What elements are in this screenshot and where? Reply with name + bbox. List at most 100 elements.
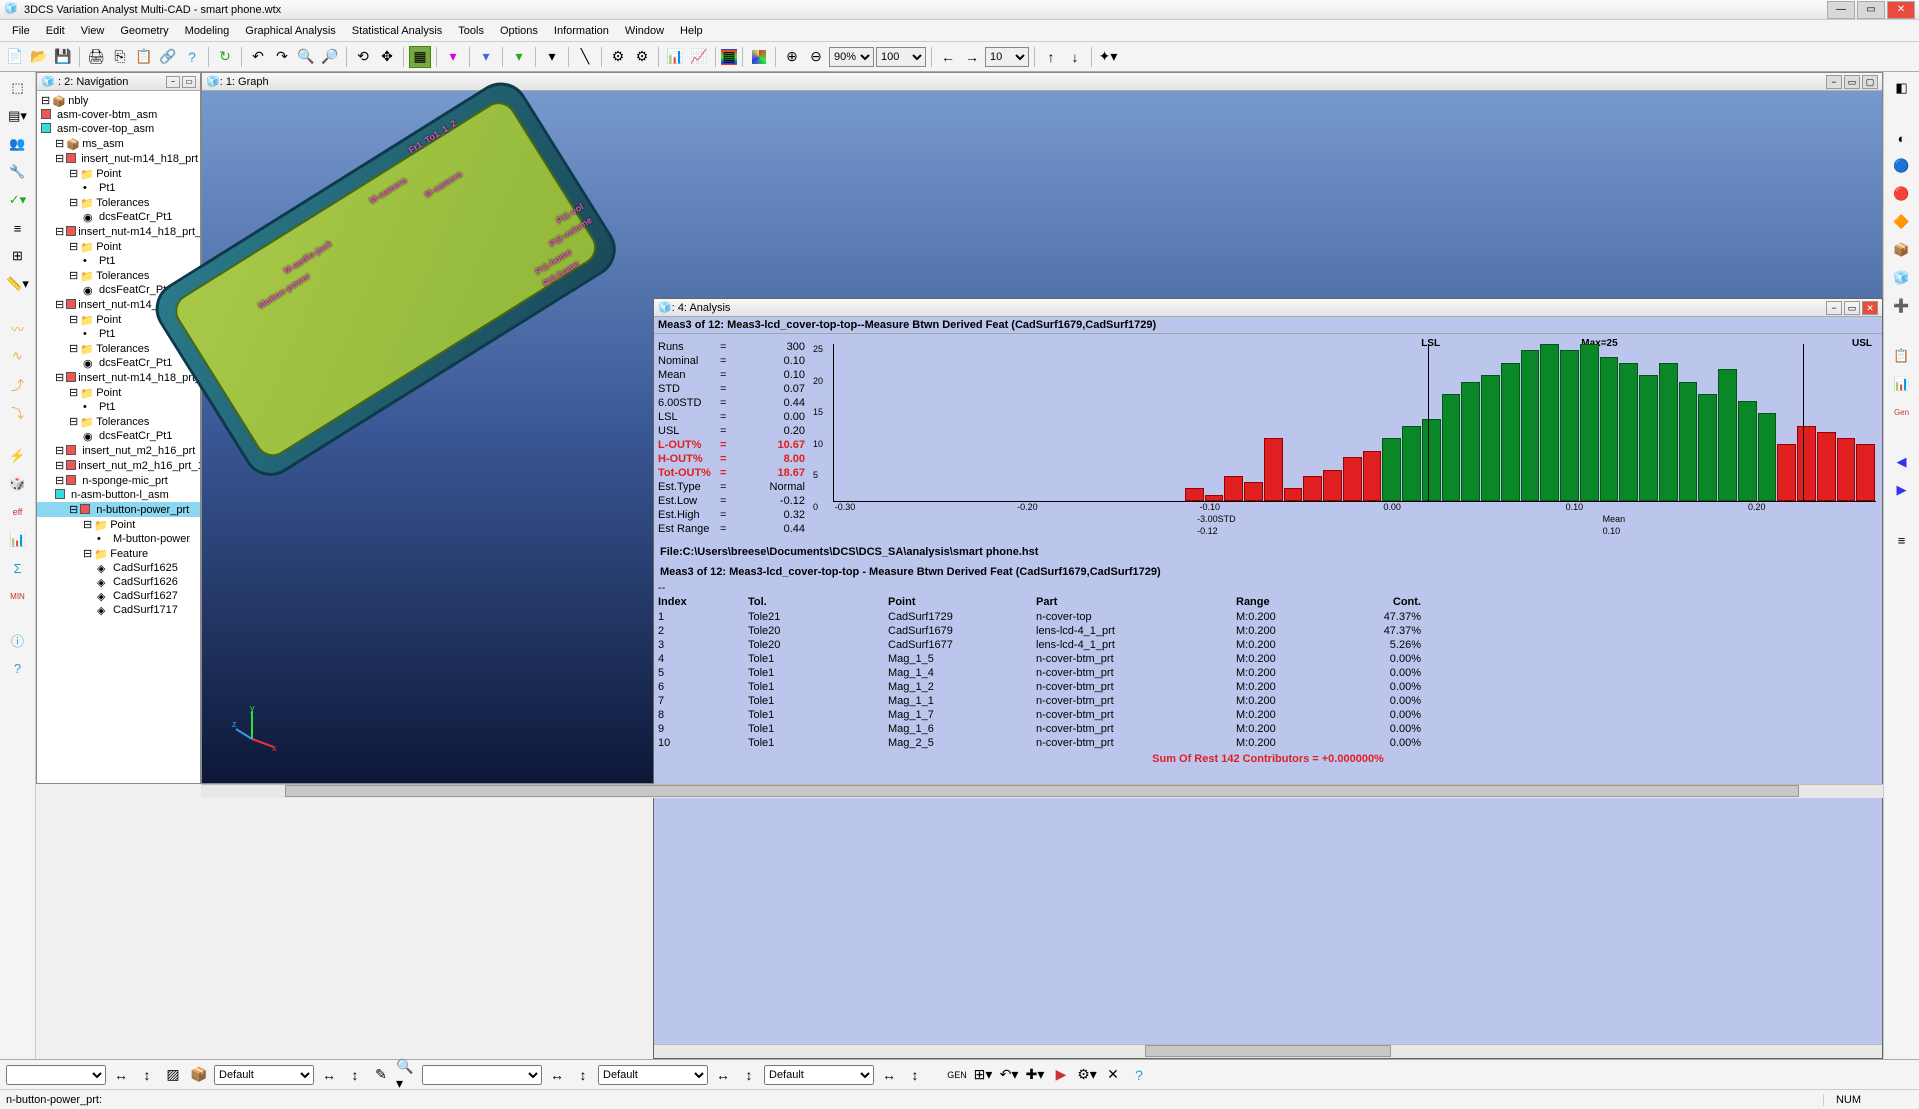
tree-node[interactable]: ⊟ 📁 Tolerances (37, 195, 200, 210)
zoom-in-icon[interactable]: 🔍 (295, 46, 317, 68)
analysis-scrollbar[interactable] (654, 1044, 1882, 1058)
bt-j-icon[interactable]: ✕ (1102, 1064, 1124, 1086)
bt-g-icon[interactable]: ✚▾ (1024, 1064, 1046, 1086)
bt-f-icon[interactable]: ↶▾ (998, 1064, 1020, 1086)
tree-node[interactable]: n-asm-button-l_asm (37, 488, 200, 502)
nav-max-button[interactable]: ▭ (182, 76, 196, 88)
ruler-icon[interactable]: 📏▾ (4, 272, 32, 296)
tree-node[interactable]: ⊟ insert_nut_m2_h16_prt_1 (37, 458, 200, 473)
table-row[interactable]: 3Tole20CadSurf1677lens-lcd-4_1_prtM:0.20… (654, 638, 1882, 652)
axis-icon[interactable]: ✦▾ (1097, 46, 1119, 68)
bt-sel3[interactable] (422, 1065, 542, 1085)
redo-icon[interactable]: ↷ (271, 46, 293, 68)
bt-a-icon[interactable]: ▨ (162, 1064, 184, 1086)
graph-header[interactable]: 🧊 : 1: Graph − ▭ ▢ (202, 73, 1882, 91)
tree-node[interactable]: ⊟ insert_nut-m14_h18_prt_3 (37, 370, 200, 385)
curve4-icon[interactable]: ⤵ (4, 400, 32, 424)
analysis-close-button[interactable]: ✕ (1862, 301, 1878, 315)
bt-up2-icon[interactable]: ↕ (344, 1064, 366, 1086)
add-icon[interactable]: ⊞ (4, 244, 32, 268)
wrench-icon[interactable]: 🔧 (4, 160, 32, 184)
gear1-icon[interactable]: ⚙ (607, 46, 629, 68)
table-row[interactable]: 6Tole1Mag_1_2n-cover-btm_prtM:0.2000.00% (654, 680, 1882, 694)
tree-node[interactable]: ◉ dcsFeatCr_Pt1 (37, 210, 200, 224)
table-row[interactable]: 7Tole1Mag_1_1n-cover-btm_prtM:0.2000.00% (654, 694, 1882, 708)
zoom-select[interactable]: 90% (829, 47, 874, 67)
bt-left4-icon[interactable]: ↔ (712, 1064, 734, 1086)
tree-node[interactable]: ⊟ 📁 Point (37, 239, 200, 254)
bt-left5-icon[interactable]: ↔ (878, 1064, 900, 1086)
tree-node[interactable]: ⊟ insert_nut_m2_h16_prt (37, 443, 200, 458)
bt-up5-icon[interactable]: ↕ (904, 1064, 926, 1086)
tree-node[interactable]: ⊟ n-button-power_prt (37, 502, 200, 517)
menu-graphical-analysis[interactable]: Graphical Analysis (237, 23, 344, 39)
tree-node[interactable]: • Pt1 (37, 400, 200, 414)
menu-edit[interactable]: Edit (38, 23, 73, 39)
menu-statistical-analysis[interactable]: Statistical Analysis (344, 23, 450, 39)
line-icon[interactable]: ╲ (574, 46, 596, 68)
table-row[interactable]: 2Tole20CadSurf1679lens-lcd-4_1_prtM:0.20… (654, 624, 1882, 638)
analysis-header[interactable]: 🧊 : 4: Analysis − ▭ ✕ (654, 299, 1882, 317)
tree-node[interactable]: ⊟ 📁 Point (37, 166, 200, 181)
bt-sel2[interactable]: Default (214, 1065, 314, 1085)
print-icon[interactable]: 🖨 (85, 46, 107, 68)
color2-icon[interactable]: ▾ (475, 46, 497, 68)
tree-node[interactable]: ◈ CadSurf1717 (37, 603, 200, 617)
tree-node[interactable]: ⊟ 📁 Tolerances (37, 414, 200, 429)
r9-icon[interactable]: 📋 (1888, 344, 1916, 368)
save-icon[interactable]: 💾 (52, 46, 74, 68)
bt-left3-icon[interactable]: ↔ (546, 1064, 568, 1086)
r7-icon[interactable]: 🧊 (1888, 266, 1916, 290)
link-icon[interactable]: 🔗 (157, 46, 179, 68)
maximize-button[interactable]: ▭ (1857, 1, 1885, 19)
bt-up3-icon[interactable]: ↕ (572, 1064, 594, 1086)
lightning-icon[interactable]: ⚡ (4, 444, 32, 468)
arrow-down-icon[interactable]: ↓ (1064, 46, 1086, 68)
select-icon[interactable]: ⬚ (4, 76, 32, 100)
r-right-icon[interactable]: ▶ (1888, 478, 1916, 502)
curve3-icon[interactable]: ⤴ (4, 372, 32, 396)
tree-node[interactable]: • Pt1 (37, 254, 200, 268)
table-row[interactable]: 5Tole1Mag_1_4n-cover-btm_prtM:0.2000.00% (654, 666, 1882, 680)
tree-node[interactable]: ⊟ 📦 ms_asm (37, 136, 200, 151)
info-icon[interactable]: ⓘ (4, 628, 32, 652)
r10-icon[interactable]: 📊 (1888, 372, 1916, 396)
graph-scrollbar[interactable] (201, 784, 1883, 798)
menu-geometry[interactable]: Geometry (112, 23, 176, 39)
menu-help[interactable]: Help (672, 23, 711, 39)
bt-e-icon[interactable]: ⊞▾ (972, 1064, 994, 1086)
tree-node[interactable]: asm-cover-top_asm (37, 122, 200, 136)
graph-restore-button[interactable]: ▭ (1844, 75, 1860, 89)
bt-gen-icon[interactable]: GEN (946, 1064, 968, 1086)
bt-sel4[interactable]: Default (598, 1065, 708, 1085)
nav-min-button[interactable]: − (166, 76, 180, 88)
nav-header[interactable]: 🧊 : 2: Navigation − ▭ (37, 73, 200, 91)
graph-max-button[interactable]: ▢ (1862, 75, 1878, 89)
bt-b-icon[interactable]: 📦 (188, 1064, 210, 1086)
menu-options[interactable]: Options (492, 23, 546, 39)
bt-d-icon[interactable]: 🔍▾ (396, 1064, 418, 1086)
table-row[interactable]: 1Tole21CadSurf1729n-cover-topM:0.20047.3… (654, 610, 1882, 624)
arrow-right-icon[interactable]: → (961, 46, 983, 68)
tree-node[interactable]: ⊟ insert_nut-m14_h18_prt (37, 151, 200, 166)
heat-icon[interactable]: ▦ (721, 49, 737, 65)
bt-up1-icon[interactable]: ↕ (136, 1064, 158, 1086)
r2-icon[interactable]: ◐ (1888, 126, 1916, 150)
grid-icon[interactable]: ▦ (409, 46, 431, 68)
tree-node[interactable]: ◉ dcsFeatCr_Pt1 (37, 356, 200, 370)
refresh-icon[interactable]: ↻ (214, 46, 236, 68)
step-select[interactable]: 10 (985, 47, 1029, 67)
scale-select[interactable]: 100 (876, 47, 926, 67)
chart2-icon[interactable]: 📈 (688, 46, 710, 68)
pan-icon[interactable]: ✥ (376, 46, 398, 68)
bt-i-icon[interactable]: ⚙▾ (1076, 1064, 1098, 1086)
tree-node[interactable]: • M-button-power (37, 532, 200, 546)
r-left-icon[interactable]: ◀ (1888, 450, 1916, 474)
bt-left1-icon[interactable]: ↔ (110, 1064, 132, 1086)
eff-icon[interactable]: eff (4, 500, 32, 524)
bt-sel5[interactable]: Default (764, 1065, 874, 1085)
r6-icon[interactable]: 📦 (1888, 238, 1916, 262)
paste-icon[interactable]: 📋 (133, 46, 155, 68)
menu-information[interactable]: Information (546, 23, 617, 39)
analysis-min-button[interactable]: − (1826, 301, 1842, 315)
